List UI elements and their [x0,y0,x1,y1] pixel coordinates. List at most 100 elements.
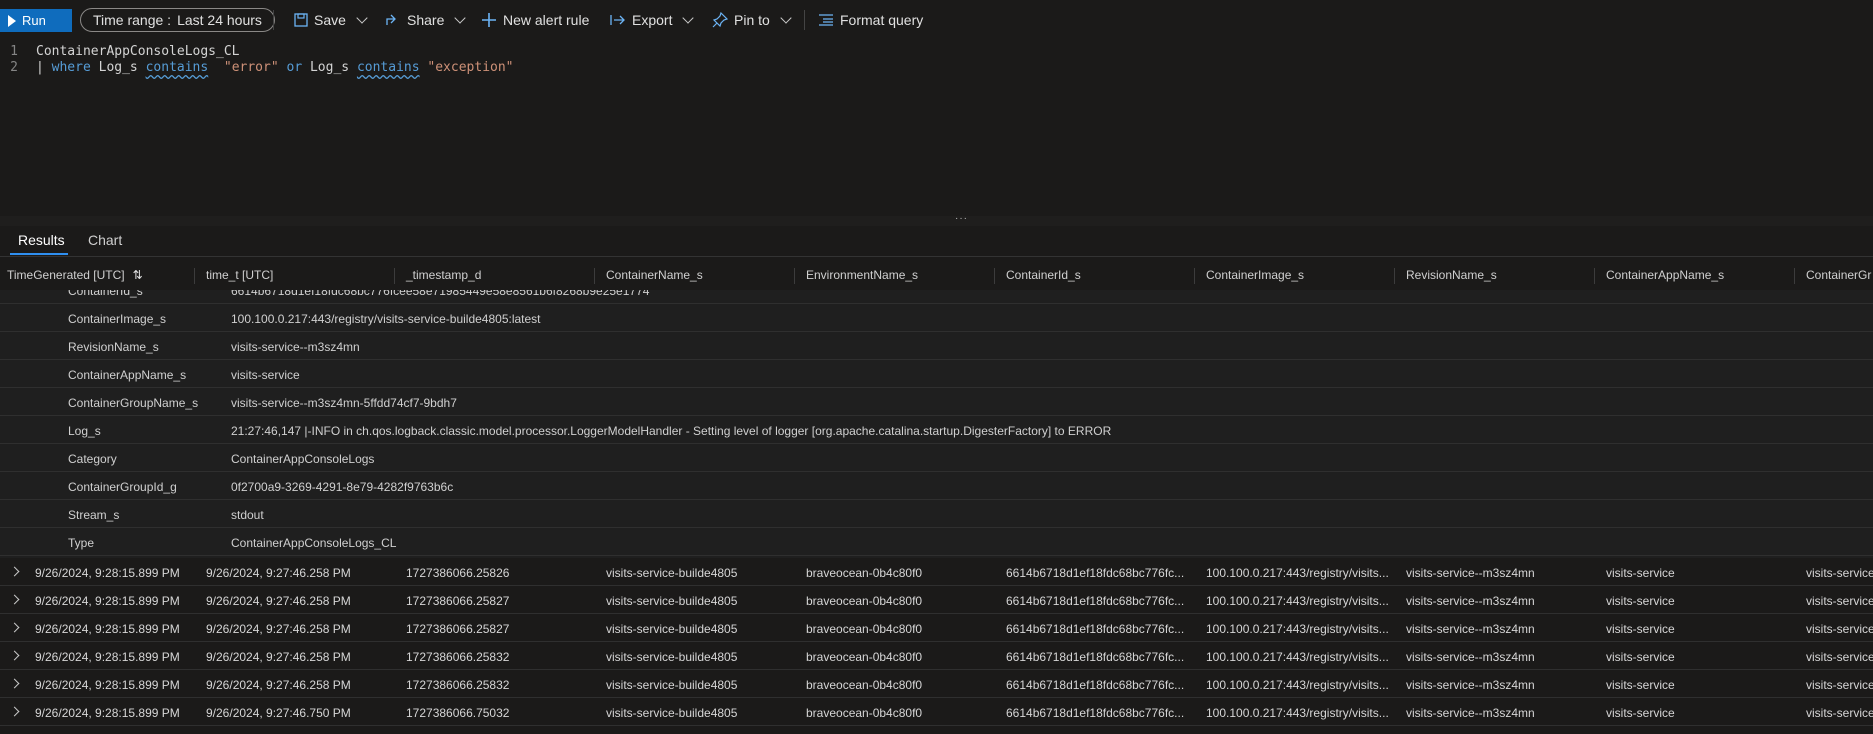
table-row[interactable]: 9/26/2024, 9:28:15.899 PM 9/26/2024, 9:27… [0,586,1873,614]
column-divider[interactable] [1194,268,1195,284]
detail-key: Log_s [68,424,101,438]
pin-icon [712,12,728,28]
expanded-row-details: ContainerId_s 6614b6718d1ef18fdc68bc776f… [0,290,1873,558]
table-cell: 100.100.0.217:443/registry/visits... [1206,678,1389,692]
table-cell: 100.100.0.217:443/registry/visits... [1206,706,1389,720]
table-cell: visits-service [1606,678,1675,692]
table-cell: visits-service--m3sz4mn [1406,594,1535,608]
run-button[interactable]: Run [0,9,72,32]
table-cell: 1727386066.25832 [406,678,510,692]
table-cell: 9/26/2024, 9:27:46.258 PM [206,594,351,608]
chevron-right-icon[interactable] [9,706,20,717]
detail-row: Log_s 21:27:46,147 |-INFO in ch.qos.logba… [0,416,1873,444]
column-divider[interactable] [994,268,995,284]
column-header-containerimage[interactable]: ContainerImage_s [1206,268,1304,282]
detail-row: ContainerAppName_s visits-service [0,360,1873,388]
table-cell: 9/26/2024, 9:27:46.258 PM [206,566,351,580]
save-button[interactable]: Save [294,10,368,30]
format-icon [819,14,833,26]
column-header-time-t[interactable]: time_t [UTC] [206,268,273,282]
column-header-containergroup[interactable]: ContainerGr [1806,268,1871,282]
editor-line-2: 2 | where Log_s contains "error" or Log_… [0,59,513,76]
column-header-revisionname[interactable]: RevisionName_s [1406,268,1497,282]
column-header-containerid[interactable]: ContainerId_s [1006,268,1081,282]
table-cell: 1727386066.25827 [406,594,510,608]
detail-key: RevisionName_s [68,340,159,354]
column-header-timegenerated[interactable]: TimeGenerated [UTC] ⇅ [7,268,143,282]
table-cell: 9/26/2024, 9:27:46.750 PM [206,706,351,720]
table-row[interactable]: 9/26/2024, 9:28:15.899 PM 9/26/2024, 9:27… [0,670,1873,698]
table-cell: 1727386066.25826 [406,566,510,580]
table-row[interactable]: 9/26/2024, 9:28:15.899 PM 9/26/2024, 9:27… [0,642,1873,670]
table-cell: visits-service-builde4805 [606,678,738,692]
detail-row: Type ContainerAppConsoleLogs_CL [0,528,1873,556]
sort-icon[interactable]: ⇅ [133,268,143,282]
column-divider[interactable] [594,268,595,284]
chevron-right-icon[interactable] [9,566,20,577]
new-alert-rule-button[interactable]: New alert rule [481,10,589,30]
table-cell: visits-service [1606,622,1675,636]
pin-to-button[interactable]: Pin to [712,10,792,30]
detail-key: ContainerImage_s [68,312,167,326]
column-divider[interactable] [794,268,795,284]
detail-key: ContainerGroupName_s [68,396,199,410]
query-editor[interactable]: 1 ContainerAppConsoleLogs_CL 2 | where L… [0,38,1873,216]
column-divider[interactable] [394,268,395,284]
table-cell: 9/26/2024, 9:27:46.258 PM [206,622,351,636]
detail-value: 100.100.0.217:443/registry/visits-servic… [231,312,541,326]
table-cell: braveocean-0b4c80f0 [806,594,923,608]
detail-row: RevisionName_s visits-service--m3sz4mn [0,332,1873,360]
table-row[interactable]: 9/26/2024, 9:28:15.899 PM 9/26/2024, 9:27… [0,558,1873,586]
time-range-button[interactable]: Time range : Last 24 hours [80,8,275,32]
table-cell: braveocean-0b4c80f0 [806,622,923,636]
query-toolbar: Run Time range : Last 24 hours Save Shar… [0,0,1873,39]
chevron-right-icon[interactable] [9,622,20,633]
chevron-down-icon [780,12,792,24]
column-header-containerappname[interactable]: ContainerAppName_s [1606,268,1724,282]
column-divider[interactable] [1594,268,1595,284]
column-divider[interactable] [194,268,195,284]
detail-row: ContainerId_s 6614b6718d1ef18fdc68bc776f… [0,290,1873,304]
table-cell: 1727386066.75032 [406,706,510,720]
table-cell: visits-service [1806,706,1873,720]
tab-chart[interactable]: Chart [88,232,122,248]
detail-value: 0f2700a9-3269-4291-8e79-4282f9763b6c [231,480,454,494]
splitter-grip[interactable]: ··· [955,214,969,224]
export-button[interactable]: Export [610,10,695,30]
column-header-timestamp-d[interactable]: _timestamp_d [406,268,481,282]
detail-value: visits-service [231,368,300,382]
chevron-right-icon[interactable] [9,650,20,661]
chevron-right-icon[interactable] [9,678,20,689]
detail-key: ContainerAppName_s [68,368,187,382]
detail-value: ContainerAppConsoleLogs_CL [231,536,397,550]
detail-value: visits-service--m3sz4mn-5ffdd74cf7-9bdh7 [231,396,457,410]
chevron-right-icon[interactable] [9,594,20,605]
share-button[interactable]: Share [385,10,467,30]
table-cell: 9/26/2024, 9:28:15.899 PM [35,678,180,692]
pane-splitter[interactable] [0,216,1873,226]
tab-results[interactable]: Results [18,232,65,248]
table-cell: 9/26/2024, 9:27:46.258 PM [206,678,351,692]
results-rows: 9/26/2024, 9:28:15.899 PM 9/26/2024, 9:27… [0,558,1873,734]
table-name-token: ContainerAppConsoleLogs_CL [36,44,240,59]
column-divider[interactable] [1394,268,1395,284]
run-label: Run [22,13,46,28]
pin-label: Pin to [734,12,770,28]
line-2-code: | where Log_s contains "error" or Log_s … [36,60,514,75]
table-cell: visits-service-builde4805 [606,566,738,580]
toolbar-divider [804,10,805,30]
table-cell: 6614b6718d1ef18fdc68bc776fc... [1006,622,1185,636]
format-query-button[interactable]: Format query [818,10,923,30]
column-header-containername[interactable]: ContainerName_s [606,268,703,282]
table-cell: braveocean-0b4c80f0 [806,678,923,692]
column-divider[interactable] [1794,268,1795,284]
table-row[interactable]: 9/26/2024, 9:28:15.899 PM 9/26/2024, 9:27… [0,614,1873,642]
active-tab-indicator [10,253,68,255]
table-cell: visits-service [1806,594,1873,608]
column-header-environmentname[interactable]: EnvironmentName_s [806,268,918,282]
table-row[interactable]: 9/26/2024, 9:28:15.899 PM 9/26/2024, 9:27… [0,698,1873,726]
table-cell: visits-service [1606,566,1675,580]
table-cell: 100.100.0.217:443/registry/visits... [1206,650,1389,664]
table-cell: 6614b6718d1ef18fdc68bc776fc... [1006,706,1185,720]
table-cell: 1727386066.25832 [406,650,510,664]
